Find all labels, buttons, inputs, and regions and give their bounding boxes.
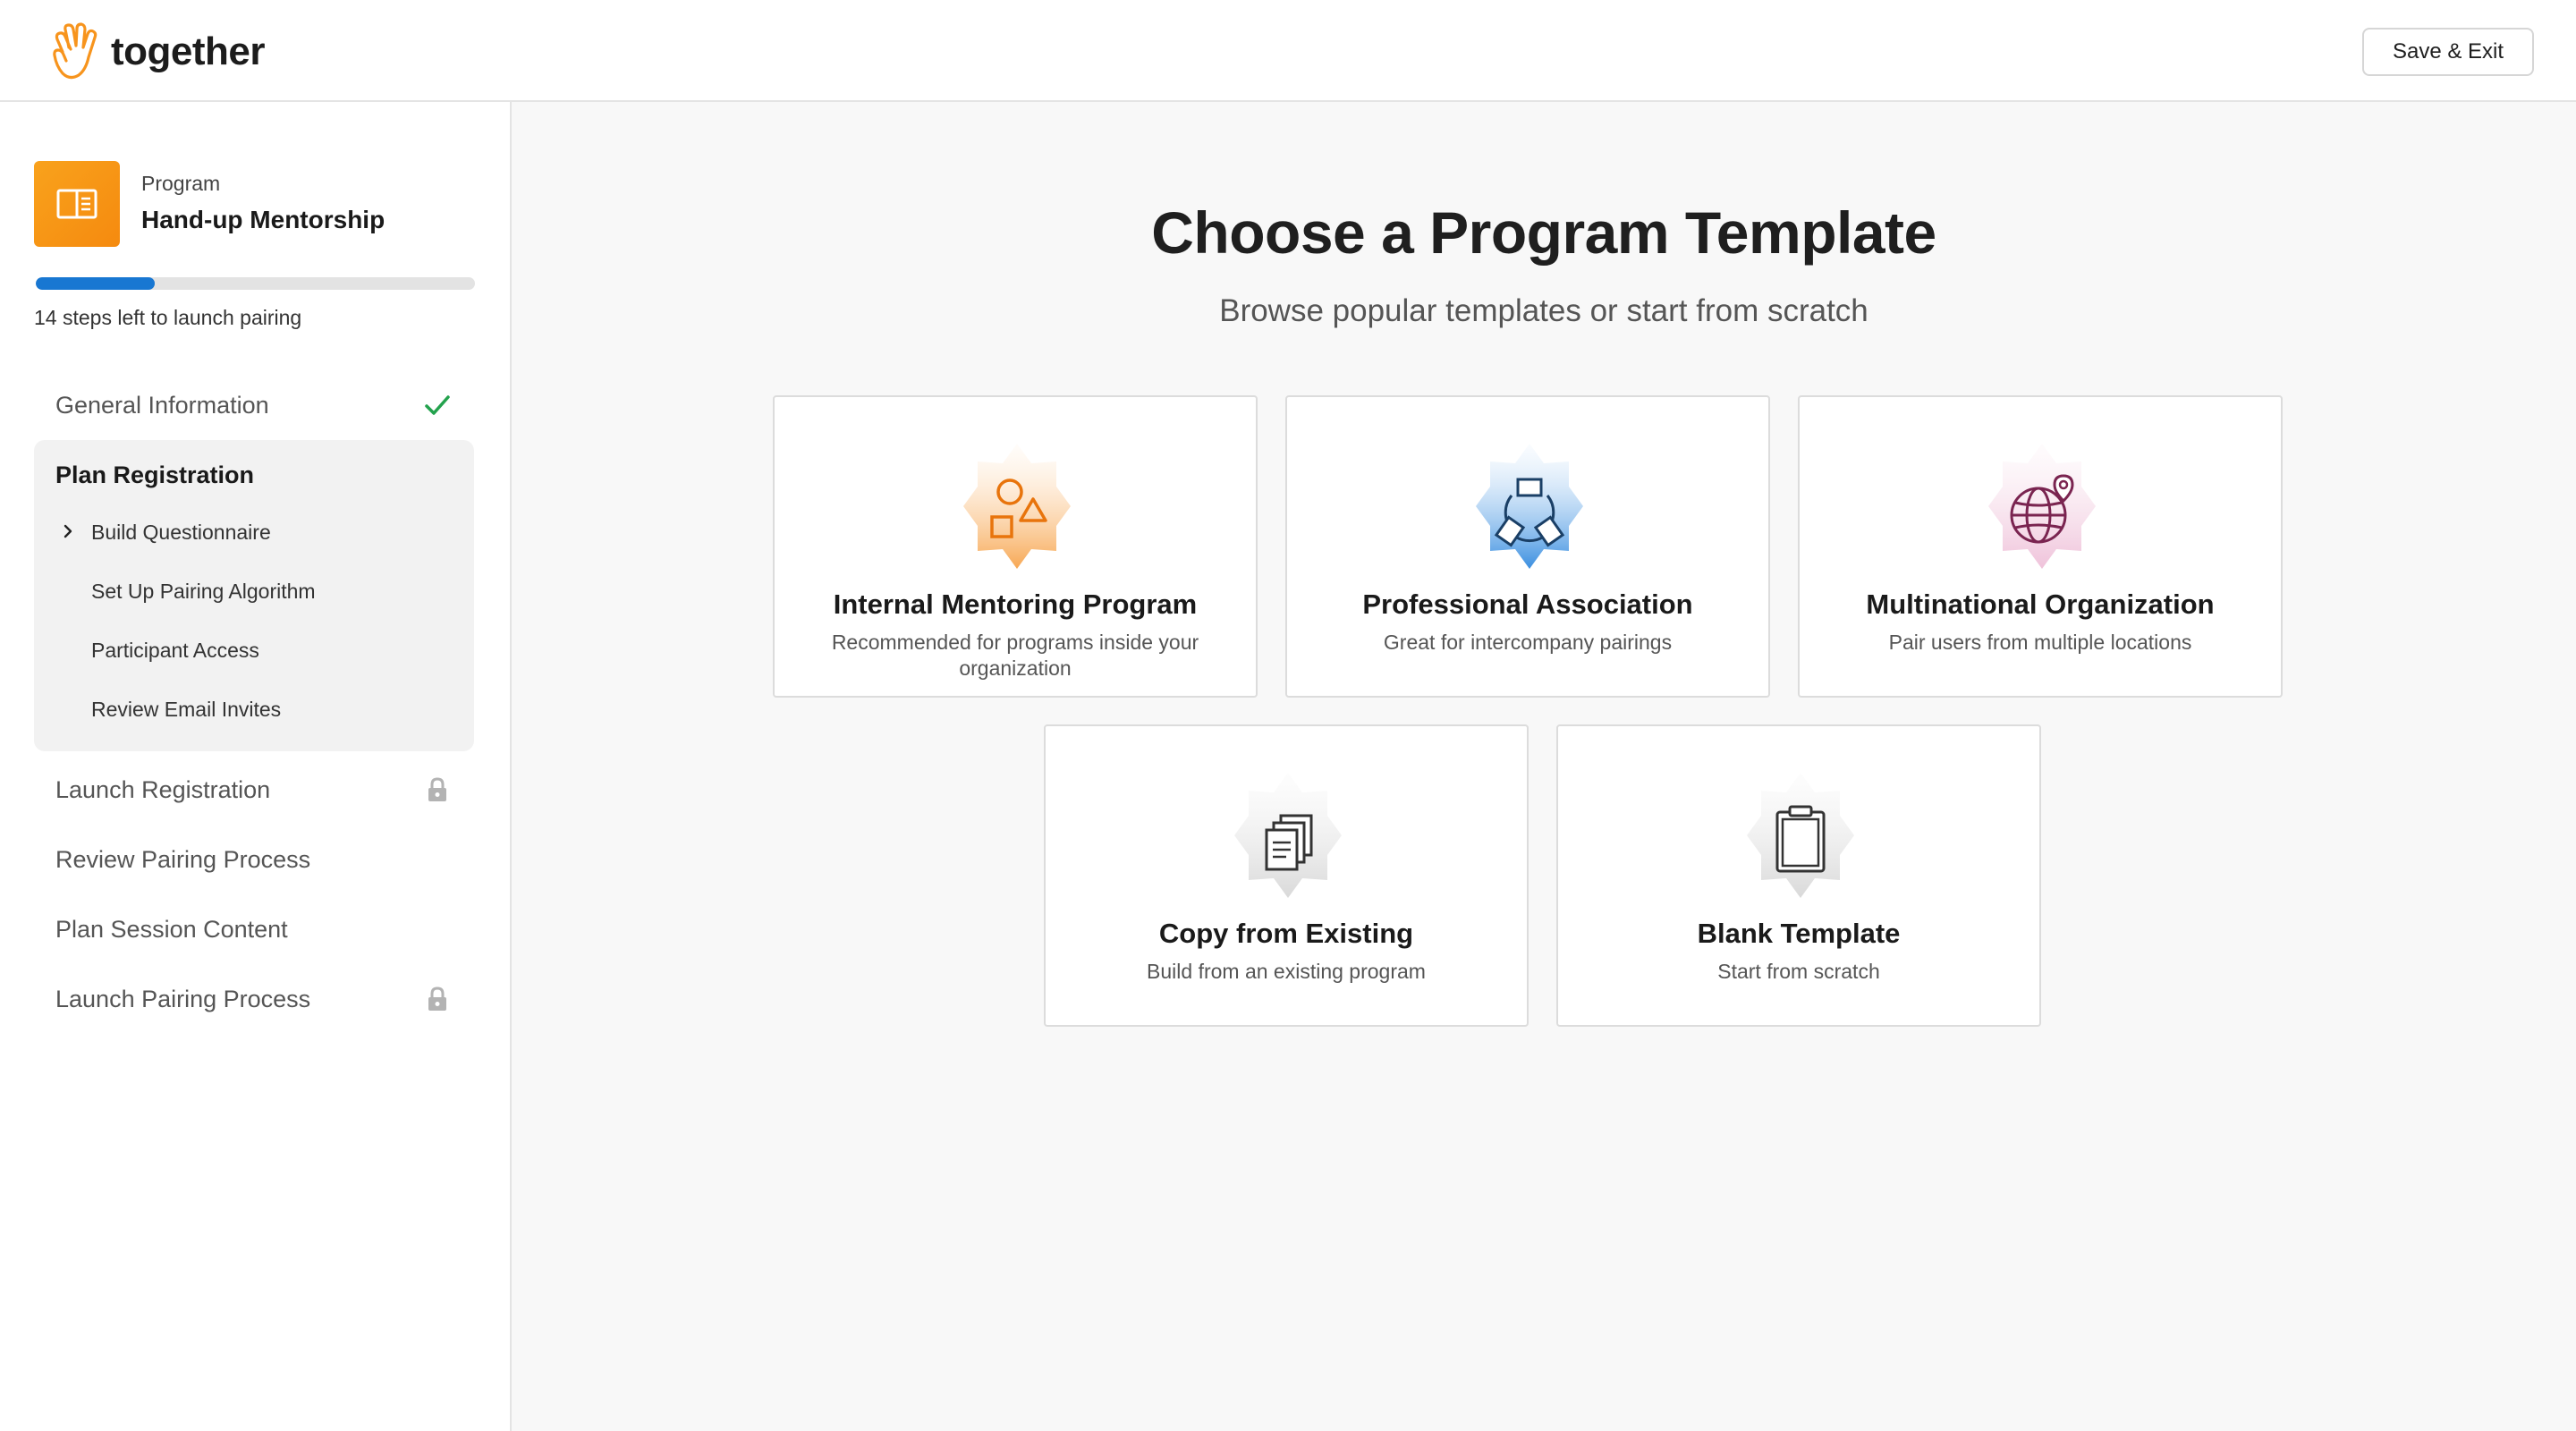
program-label: Program — [141, 172, 221, 195]
chevron-right-icon — [64, 524, 72, 538]
program-thumbnail — [34, 161, 120, 247]
progress-bar-fill — [36, 277, 155, 290]
template-description: Start from scratch — [1717, 960, 1880, 983]
template-description: Build from an existing program — [1147, 960, 1426, 983]
step-review-pairing-process[interactable]: Review Pairing Process — [34, 825, 474, 894]
progress-bar — [36, 277, 475, 290]
template-card-copy-from-existing[interactable]: Copy from Existing Build from an existin… — [1044, 724, 1529, 1027]
step-label: Plan Session Content — [55, 915, 288, 943]
step-plan-registration[interactable]: Plan Registration — [34, 447, 474, 503]
step-label: Review Pairing Process — [55, 845, 311, 873]
lock-icon — [428, 777, 446, 801]
substep-pairing-algorithm[interactable]: Set Up Pairing Algorithm — [34, 562, 474, 621]
template-title: Copy from Existing — [1158, 918, 1414, 949]
template-description: Pair users from multiple locations — [1888, 631, 2192, 654]
substep-label: Participant Access — [91, 638, 259, 662]
hand-logo-icon — [53, 22, 97, 80]
template-card-blank-template[interactable]: Blank Template Start from scratch — [1556, 724, 2041, 1027]
program-card: Program Hand-up Mentorship — [34, 161, 385, 247]
template-description: Great for intercompany pairings — [1383, 631, 1673, 654]
template-card-internal-mentoring[interactable]: Internal Mentoring Program Recommended f… — [773, 395, 1258, 698]
check-icon — [425, 395, 450, 415]
top-bar: together Save & Exit — [0, 0, 2576, 102]
template-description: Recommended for programs inside your org… — [831, 631, 1199, 680]
program-name: Hand-up Mentorship — [141, 206, 386, 233]
globe-pin-icon — [1988, 444, 2096, 569]
template-title: Blank Template — [1697, 918, 1901, 949]
step-launch-pairing-process[interactable]: Launch Pairing Process — [34, 964, 474, 1034]
substep-label: Set Up Pairing Algorithm — [91, 579, 316, 603]
template-title: Internal Mentoring Program — [833, 588, 1198, 620]
template-card-professional-association[interactable]: Professional Association Great for inter… — [1285, 395, 1770, 698]
template-title: Multinational Organization — [1866, 588, 2215, 620]
template-card-multinational-organization[interactable]: Multinational Organization Pair users fr… — [1798, 395, 2283, 698]
substep-participant-access[interactable]: Participant Access — [34, 621, 474, 680]
sidebar: Program Hand-up Mentorship 14 steps left… — [0, 102, 512, 1431]
step-plan-session-content[interactable]: Plan Session Content — [34, 894, 474, 964]
program-meta: Program Hand-up Mentorship — [141, 170, 385, 238]
template-title: Professional Association — [1362, 588, 1693, 620]
page-subtitle: Browse popular templates or start from s… — [1219, 293, 1868, 328]
step-navigation: General Information Plan Registration Bu… — [34, 370, 474, 1034]
step-label: General Information — [55, 391, 269, 419]
step-general-information[interactable]: General Information — [34, 370, 474, 440]
step-plan-registration-group: Plan Registration Build Questionnaire Se… — [34, 440, 474, 751]
clipboard-icon — [1747, 773, 1854, 898]
step-label: Launch Pairing Process — [55, 985, 311, 1012]
substep-review-email-invites[interactable]: Review Email Invites — [34, 680, 474, 739]
page-title: Choose a Program Template — [1151, 199, 1936, 266]
progress-text: 14 steps left to launch pairing — [34, 306, 302, 329]
brand-name: together — [111, 30, 266, 73]
main-content: Choose a Program Template Browse popular… — [512, 102, 2576, 1431]
substep-build-questionnaire[interactable]: Build Questionnaire — [34, 503, 474, 562]
brand[interactable]: together — [48, 21, 266, 82]
network-icon — [1476, 444, 1583, 569]
save-exit-button[interactable]: Save & Exit — [2362, 28, 2534, 76]
shapes-icon — [963, 444, 1071, 569]
step-launch-registration[interactable]: Launch Registration — [34, 755, 474, 825]
substep-label: Review Email Invites — [91, 697, 282, 721]
step-label: Launch Registration — [55, 775, 271, 803]
app-root: together Save & Exit Program Hand-up Men… — [0, 0, 2576, 1431]
copy-documents-icon — [1234, 773, 1342, 898]
lock-icon — [428, 986, 446, 1011]
substep-label: Build Questionnaire — [91, 520, 271, 544]
book-icon — [56, 189, 97, 219]
